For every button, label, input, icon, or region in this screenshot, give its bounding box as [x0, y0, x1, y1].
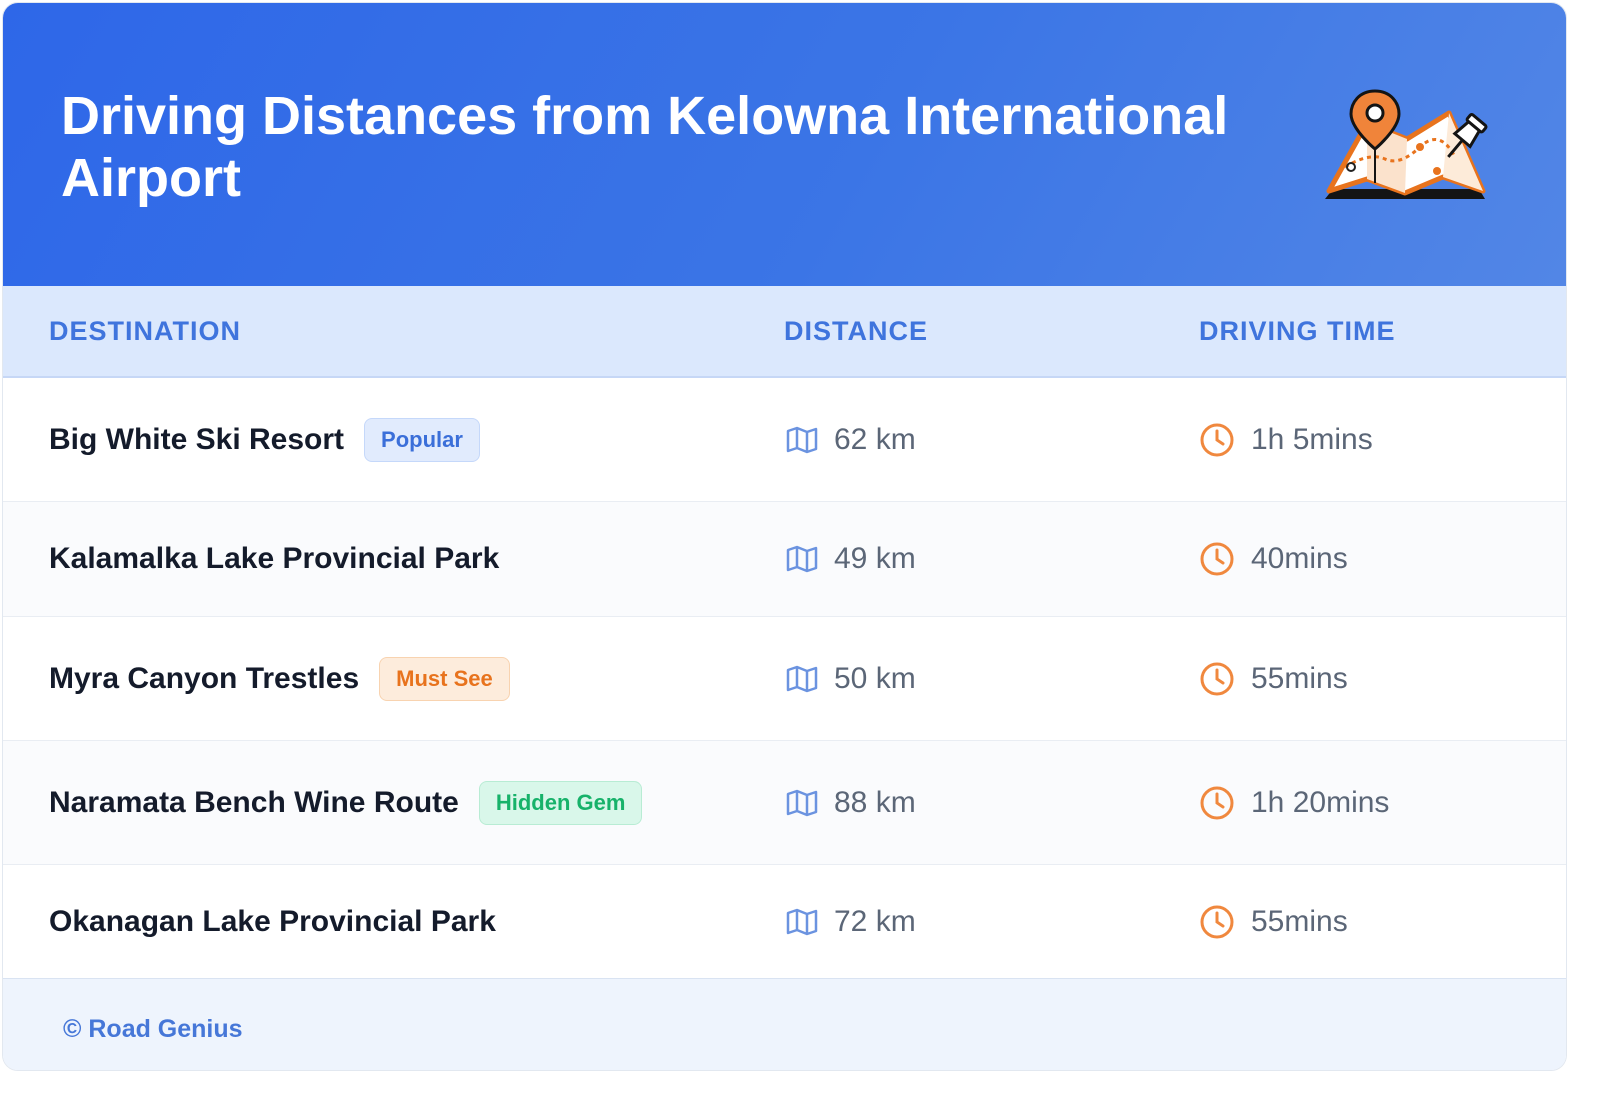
map-icon	[786, 545, 818, 573]
popular-badge: Popular	[364, 417, 480, 462]
column-header-destination: DESTINATION	[49, 316, 241, 346]
distance-cell: 49 km	[786, 542, 916, 576]
table-row: Myra Canyon Trestles Must See 50 km 55mi…	[3, 617, 1566, 741]
time-value: 1h 5mins	[1251, 422, 1373, 456]
destination-name: Okanagan Lake Provincial Park	[49, 904, 496, 938]
destination-cell: Myra Canyon Trestles Must See	[49, 656, 510, 701]
column-header-driving-time: DRIVING TIME	[1199, 316, 1396, 346]
clock-icon	[1200, 786, 1234, 819]
map-icon	[786, 789, 818, 816]
footer-credit: © Road Genius	[63, 1015, 243, 1043]
table-row: Naramata Bench Wine Route Hidden Gem 88 …	[3, 741, 1566, 865]
time-cell: 1h 20mins	[1199, 785, 1389, 821]
time-value: 40mins	[1251, 542, 1348, 575]
distance-value: 72 km	[834, 904, 916, 938]
destination-cell: Kalamalka Lake Provincial Park	[49, 542, 499, 576]
clock-icon	[1200, 423, 1234, 456]
table-row: Okanagan Lake Provincial Park 72 km 55mi…	[3, 865, 1566, 978]
card-footer: © Road Genius	[3, 978, 1566, 1070]
page-title: Driving Distances from Kelowna Internati…	[61, 86, 1229, 208]
distance-value: 62 km	[834, 422, 916, 456]
time-value: 1h 20mins	[1251, 785, 1390, 819]
map-icon	[786, 665, 818, 692]
destination-name: Myra Canyon Trestles	[49, 661, 360, 695]
distance-card: Driving Distances from Kelowna Internati…	[2, 2, 1567, 1071]
distance-cell: 72 km	[786, 905, 916, 939]
destination-cell: Naramata Bench Wine Route Hidden Gem	[49, 780, 643, 825]
map-icon	[786, 426, 818, 453]
destination-name: Naramata Bench Wine Route	[49, 785, 459, 819]
card-header: Driving Distances from Kelowna Internati…	[3, 3, 1566, 286]
distance-value: 50 km	[834, 661, 916, 695]
destination-name: Kalamalka Lake Provincial Park	[49, 542, 500, 575]
clock-icon	[1200, 905, 1234, 938]
column-header-distance: DISTANCE	[784, 316, 929, 346]
distance-value: 49 km	[834, 542, 916, 575]
must-see-badge: Must See	[379, 656, 510, 701]
distance-cell: 62 km	[786, 423, 916, 457]
time-value: 55mins	[1251, 904, 1348, 938]
distance-value: 88 km	[834, 785, 916, 819]
hidden-gem-badge: Hidden Gem	[478, 780, 643, 825]
time-cell: 1h 5mins	[1199, 422, 1373, 458]
destination-name: Big White Ski Resort	[49, 422, 345, 456]
map-pin-icon	[1325, 89, 1488, 199]
time-value: 55mins	[1251, 661, 1348, 695]
time-cell: 40mins	[1199, 541, 1348, 577]
destination-cell: Big White Ski Resort Popular	[49, 417, 480, 462]
map-icon	[786, 908, 818, 935]
time-cell: 55mins	[1199, 904, 1348, 940]
distance-cell: 88 km	[786, 786, 916, 820]
destination-cell: Okanagan Lake Provincial Park	[49, 905, 496, 939]
table-row: Kalamalka Lake Provincial Park 49 km 40m…	[3, 502, 1566, 617]
table-row: Big White Ski Resort Popular 62 km 1h 5m…	[3, 378, 1566, 502]
time-cell: 55mins	[1199, 661, 1348, 697]
clock-icon	[1200, 662, 1234, 695]
clock-icon	[1200, 542, 1234, 576]
table-header: DESTINATION DISTANCE DRIVING TIME	[3, 286, 1566, 378]
distance-cell: 50 km	[786, 662, 916, 696]
